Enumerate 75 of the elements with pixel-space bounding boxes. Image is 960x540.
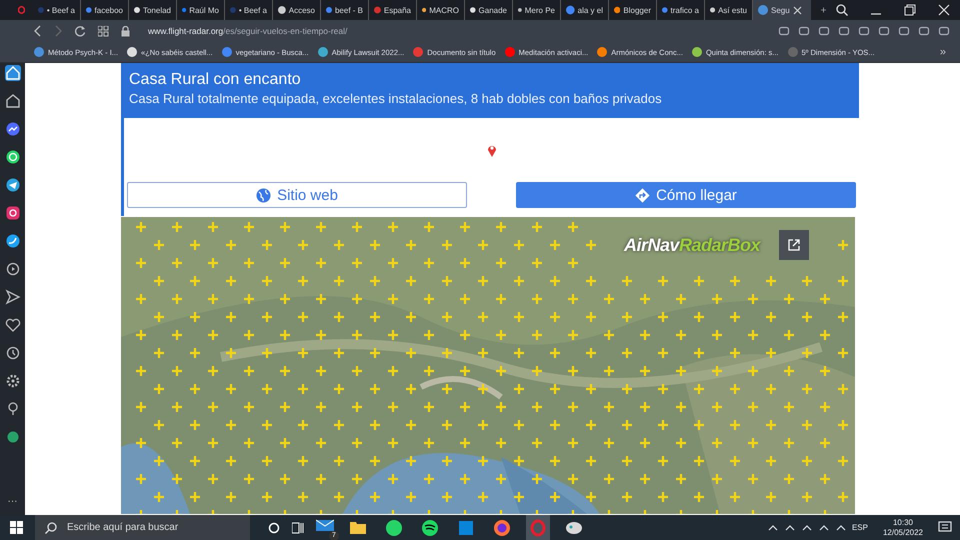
clock-date[interactable]: 12/05/2022 <box>882 528 923 538</box>
favicon-icon <box>326 5 332 15</box>
favicon-icon <box>182 5 186 15</box>
favicon-icon <box>374 5 381 15</box>
cortana-icon[interactable] <box>268 522 280 534</box>
messenger-icon[interactable] <box>4 121 20 137</box>
home-outline-icon[interactable] <box>4 93 20 109</box>
more-button[interactable]: ··· <box>8 496 18 507</box>
firefox-icon[interactable] <box>493 518 511 536</box>
favicon-icon <box>758 5 768 15</box>
close-icon[interactable] <box>938 4 950 16</box>
whatsapp-icon[interactable] <box>4 149 20 165</box>
favicon-icon <box>662 5 668 15</box>
favicon-icon <box>127 47 138 57</box>
favicon-icon <box>230 5 236 15</box>
search-icon <box>45 522 57 534</box>
grid-icon[interactable] <box>98 26 109 36</box>
search-icon[interactable] <box>836 4 848 16</box>
favicon-icon <box>86 5 92 15</box>
favicon-icon <box>470 5 476 15</box>
spotify-icon[interactable] <box>421 518 439 536</box>
map-pin-icon <box>486 143 496 157</box>
favicon-icon <box>413 47 424 57</box>
favicon-icon <box>518 5 522 15</box>
favicon-icon <box>504 47 515 57</box>
whatsapp-icon[interactable] <box>385 518 403 536</box>
forward-icon <box>54 25 62 37</box>
twitter-icon[interactable] <box>4 233 20 249</box>
favicon-icon <box>614 5 620 15</box>
clock-icon[interactable] <box>4 345 20 361</box>
home-icon[interactable] <box>4 65 20 81</box>
open-external-button[interactable] <box>779 230 809 260</box>
reload-icon[interactable] <box>74 25 86 37</box>
restore-icon[interactable] <box>904 4 916 16</box>
favicon-icon <box>788 47 798 57</box>
browser-tab[interactable]: Segu <box>753 0 811 20</box>
favicon-icon <box>34 47 44 57</box>
task-view-icon[interactable] <box>292 522 304 534</box>
new-tab-icon[interactable] <box>821 5 826 15</box>
lock-icon <box>121 26 130 36</box>
play-icon[interactable] <box>4 261 20 277</box>
place-title: Casa Rural con encanto <box>129 71 302 89</box>
telegram-icon[interactable] <box>4 177 20 193</box>
language-indicator[interactable]: ESP <box>852 523 868 532</box>
mail-icon[interactable] <box>316 518 334 532</box>
tiles-icon[interactable] <box>457 518 475 536</box>
close-icon[interactable] <box>792 6 802 14</box>
more-bookmarks-button[interactable]: » <box>940 46 946 58</box>
notifications-icon[interactable] <box>938 521 952 534</box>
website-button[interactable]: Sitio web <box>127 182 467 208</box>
directions-button[interactable]: Cómo llegar <box>516 182 856 208</box>
address-field[interactable]: www.flight-radar.org/es/seguir-vuelos-en-tiempo-real/ <box>148 26 348 36</box>
favicon-icon <box>318 47 328 57</box>
open-external-icon <box>788 239 800 251</box>
globe-icon <box>256 188 272 202</box>
settings-icon[interactable] <box>4 373 20 389</box>
favicon-icon <box>597 47 608 57</box>
favicon-icon <box>278 5 286 15</box>
favicon-icon <box>134 5 140 15</box>
windows-start-icon[interactable] <box>10 521 23 534</box>
instagram-icon[interactable] <box>4 205 20 221</box>
favicon-icon <box>710 5 716 15</box>
favicon-icon <box>692 47 702 57</box>
circle-icon[interactable] <box>4 429 20 445</box>
brand-logo-text: RadarBox <box>679 235 760 256</box>
favicon-icon <box>222 47 232 57</box>
favicon-icon <box>422 5 426 15</box>
place-description: Casa Rural totalmente equipada, excelentes instalaciones, 8 hab dobles con baños privados <box>129 91 663 106</box>
favicon-icon <box>566 5 575 15</box>
favicon-icon <box>38 5 44 15</box>
taskbar-search-field[interactable]: Escribe aquí para buscar <box>35 515 250 540</box>
brand-logo-text: AirNav <box>624 235 680 256</box>
opera-logo-icon[interactable] <box>18 3 25 17</box>
clock-time[interactable]: 10:30 <box>892 518 913 528</box>
back-icon[interactable] <box>34 25 42 37</box>
